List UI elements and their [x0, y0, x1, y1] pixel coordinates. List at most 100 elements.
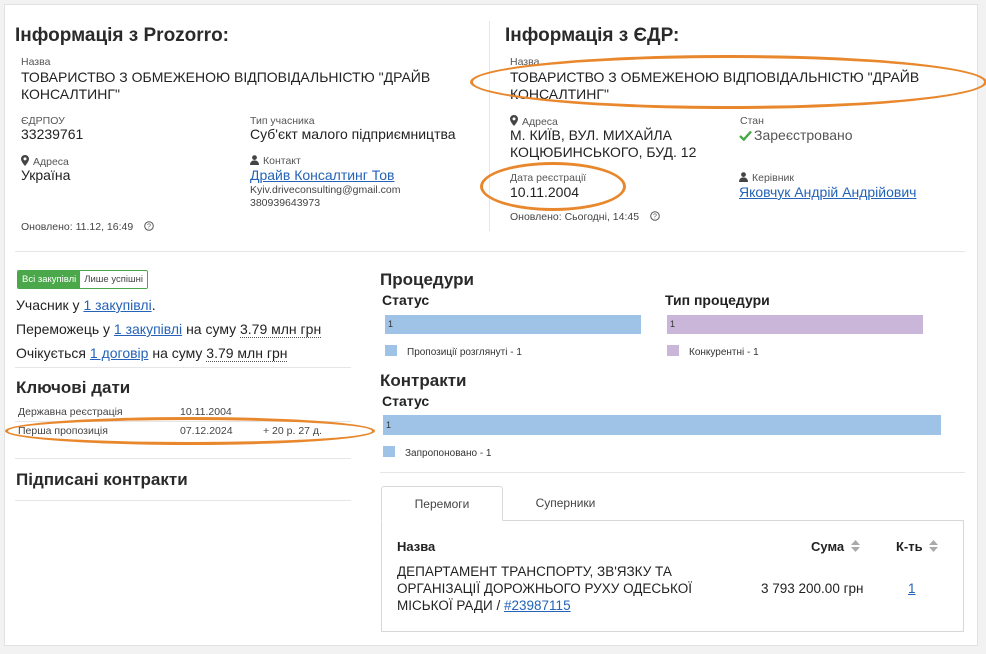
contact-phone: 380939643973 [250, 197, 321, 209]
procedure-type-bar-label: 1 [670, 319, 676, 329]
filter-success-button[interactable]: Лише успішні [80, 271, 147, 288]
head-label-row: Керівник [739, 172, 794, 184]
prozorro-title: Інформація з Prozorro: [15, 25, 230, 46]
edr-name-label: Назва [510, 56, 540, 68]
col-name-header: Назва [397, 539, 436, 554]
contact-name-link[interactable]: Драйв Консалтинг Тов [250, 167, 394, 184]
key-date-value-1: 07.12.2024 [180, 425, 233, 437]
contracts-status-bar[interactable] [383, 415, 941, 435]
prozorro-updated-text: Оновлено: 11.12, 16:49 [21, 221, 134, 233]
tab-wins[interactable]: Перемоги [381, 486, 503, 521]
procedures-status-legend: Пропозиції розглянуті - 1 [385, 345, 522, 358]
edrpou-value: 33239761 [21, 126, 84, 142]
help-icon[interactable]: ? [650, 211, 660, 221]
procedures-status-title: Статус [382, 292, 430, 308]
key-date-label-0: Державна реєстрація [18, 406, 123, 418]
procedures-status-bar-label: 1 [388, 319, 394, 329]
help-icon[interactable]: ? [144, 221, 154, 231]
expected-sum: 3.79 млн грн [206, 345, 288, 362]
col-sum-label: Сума [811, 539, 845, 554]
head-label: Керівник [752, 172, 794, 184]
participant-type-value: Суб'єкт малого підприємництва [250, 126, 456, 142]
contracts-status-bar-svg [383, 415, 941, 435]
procedure-type-bar[interactable] [667, 315, 923, 334]
procedure-type-chart: 1 [667, 315, 923, 334]
key-date-label-1: Перша пропозиція [18, 425, 108, 437]
state-value: Зареєстровано [754, 127, 853, 143]
procedures-title: Процедури [380, 270, 474, 289]
contracts-status-chart: 1 [383, 415, 941, 435]
left-divider-1 [15, 367, 351, 368]
legend-swatch-blue-2 [383, 446, 395, 457]
map-pin-icon [510, 115, 518, 126]
svg-text:?: ? [147, 224, 151, 231]
procedure-type-legend: Конкурентні - 1 [667, 345, 759, 358]
key-date-row-divider [15, 421, 351, 422]
participant-suffix: . [151, 297, 156, 313]
legend-swatch-blue [385, 345, 397, 356]
contracts-title: Контракти [380, 371, 467, 390]
key-date-extra-1: + 20 р. 27 д. [263, 425, 322, 437]
filter-all-button[interactable]: Всі закупівлі [18, 271, 81, 288]
check-icon [739, 130, 752, 141]
right-divider [380, 472, 965, 473]
contact-label-row: Контакт [250, 155, 301, 167]
procedures-status-bar[interactable] [385, 315, 641, 334]
winner-prefix: Переможець у [16, 321, 111, 337]
sort-icon [850, 540, 860, 552]
participant-stat: Учасник у 1 закупівлі. [16, 297, 156, 314]
section-divider [15, 251, 965, 252]
contracts-legend: Запропоновано - 1 [383, 446, 492, 459]
col-sum-header[interactable]: Сума [811, 539, 860, 554]
info-divider [489, 21, 490, 231]
expected-link[interactable]: 1 договір [90, 345, 149, 361]
reg-date-value: 10.11.2004 [510, 184, 580, 200]
row-tender-id-link[interactable]: #23987115 [504, 598, 571, 613]
row-count-link[interactable]: 1 [908, 581, 916, 596]
participant-link[interactable]: 1 закупівлі [83, 297, 151, 313]
key-date-value-0: 10.11.2004 [180, 406, 232, 418]
edr-updated-text: Оновлено: Сьогодні, 14:45 [510, 211, 640, 223]
col-count-label: К-ть [896, 539, 923, 554]
prozorro-updated: Оновлено: 11.12, 16:49 ? [21, 221, 158, 233]
signed-contracts-title: Підписані контракти [16, 470, 188, 489]
procedure-type-title: Тип процедури [665, 292, 770, 308]
participant-prefix: Учасник у [16, 297, 80, 313]
procedures-status-legend-text: Пропозиції розглянуті - 1 [407, 347, 522, 358]
row-sum: 3 793 200.00 грн [761, 581, 864, 596]
company-card: Інформація з Prozorro: Назва ТОВАРИСТВО … [4, 4, 986, 646]
procedures-status-chart: 1 [385, 315, 641, 334]
winner-link[interactable]: 1 закупівлі [114, 321, 182, 337]
winner-sum: 3.79 млн грн [240, 321, 322, 338]
prozorro-address-value: Україна [21, 167, 71, 183]
col-count-header[interactable]: К-ть [896, 539, 939, 554]
sort-icon [929, 540, 939, 552]
prozorro-name-value: ТОВАРИСТВО З ОБМЕЖЕНОЮ ВІДПОВІДАЛЬНІСТЮ … [21, 69, 431, 102]
contracts-status-title: Статус [382, 393, 430, 409]
state-row: Зареєстровано [739, 127, 853, 144]
contracts-status-bar-label: 1 [386, 420, 392, 430]
procedure-type-legend-text: Конкурентні - 1 [689, 347, 759, 358]
legend-swatch-purple [667, 345, 679, 356]
map-pin-icon [21, 155, 29, 166]
winner-mid: на суму [186, 321, 237, 337]
procedures-status-bar-svg [385, 315, 641, 334]
tab-rivals[interactable]: Суперники [503, 486, 628, 520]
prozorro-name-label: Назва [21, 56, 51, 68]
expected-stat: Очікується 1 договір на суму 3.79 млн гр… [16, 345, 288, 362]
key-dates-title: Ключові дати [16, 378, 131, 397]
contact-email: Kyiv.driveconsulting@gmail.com [250, 184, 401, 196]
svg-text:?: ? [653, 214, 657, 221]
winner-stat: Переможець у 1 закупівлі на суму 3.79 мл… [16, 321, 322, 338]
expected-prefix: Очікується [16, 345, 87, 361]
reg-date-label: Дата реєстрації [510, 172, 587, 184]
contact-label: Контакт [263, 155, 301, 167]
procurement-filter-toggle: Всі закупівлі Лише успішні [17, 270, 148, 289]
procedure-type-bar-svg [667, 315, 923, 334]
edr-title: Інформація з ЄДР: [505, 25, 680, 46]
head-link[interactable]: Яковчук Андрій Андрійович [739, 184, 916, 201]
edr-name-value: ТОВАРИСТВО З ОБМЕЖЕНОЮ ВІДПОВІДАЛЬНІСТЮ … [510, 69, 920, 102]
user-icon [739, 172, 748, 182]
user-icon [250, 155, 259, 165]
expected-mid: на суму [152, 345, 203, 361]
